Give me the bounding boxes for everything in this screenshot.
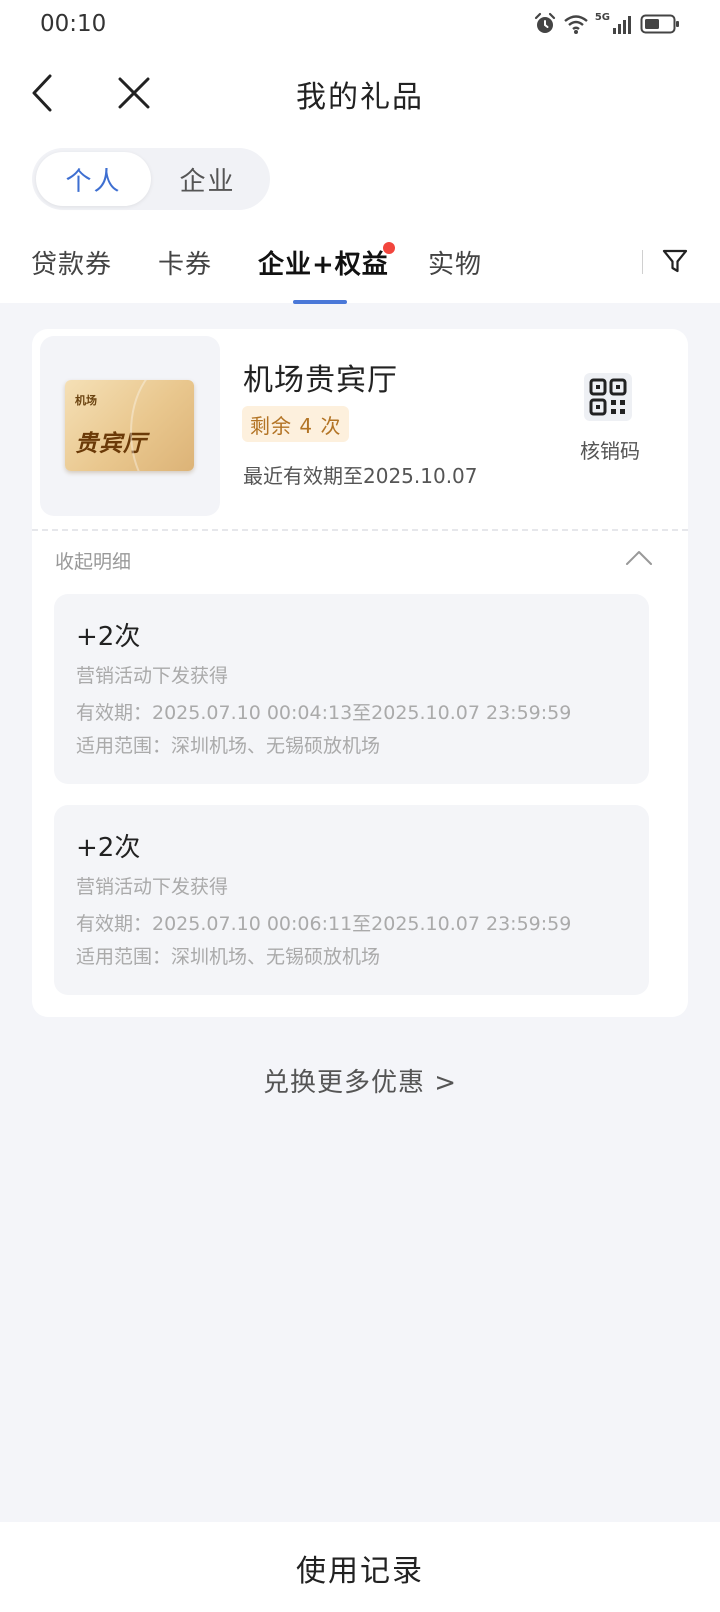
tab-active-indicator <box>293 300 347 304</box>
segment-control: 个人 企业 <box>32 148 270 210</box>
detail-item: +2次 营销活动下发获得 有效期：2025.07.10 00:06:11至202… <box>54 805 649 995</box>
detail-count: +2次 <box>76 833 141 863</box>
detail-scope: 适用范围：深圳机场、无锡硕放机场 <box>76 735 381 757</box>
wifi-icon <box>564 15 588 34</box>
card-image-small-text: 机场 <box>75 394 97 407</box>
gift-expiry: 最近有效期至2025.10.07 <box>243 464 478 488</box>
status-time: 00:10 <box>40 11 107 37</box>
tab-enterprise-benefits[interactable]: 企业+权益 <box>258 244 389 281</box>
page-title: 我的礼品 <box>296 80 424 115</box>
detail-validity: 有效期：2025.07.10 00:06:11至2025.10.07 23:59… <box>76 913 572 935</box>
alarm-icon <box>534 12 555 33</box>
segment-enterprise[interactable]: 企业 <box>150 152 265 206</box>
detail-scope: 适用范围：深圳机场、无锡硕放机场 <box>76 946 381 968</box>
gift-thumbnail: 机场 贵宾厅 <box>40 336 220 516</box>
bottom-bar: 使用记录 <box>0 1522 720 1612</box>
redeem-more-link[interactable]: 兑换更多优惠 > <box>0 1062 720 1099</box>
network-label: 5G <box>594 12 610 23</box>
detail-source: 营销活动下发获得 <box>76 876 229 898</box>
tab-badge-dot <box>383 242 395 254</box>
remaining-badge: 剩余 4 次 <box>242 406 350 442</box>
card-image-big-text: 贵宾厅 <box>75 431 147 457</box>
tab-physical[interactable]: 实物 <box>428 244 482 281</box>
status-bar: 00:10 5G <box>0 0 720 48</box>
qr-code-icon[interactable] <box>584 373 632 421</box>
detail-source: 营销活动下发获得 <box>76 665 229 687</box>
usage-history-button[interactable]: 使用记录 <box>0 1546 720 1590</box>
status-icons: 5G <box>533 10 680 38</box>
detail-item: +2次 营销活动下发获得 有效期：2025.07.10 00:04:13至202… <box>54 594 649 784</box>
filter-icon[interactable] <box>660 246 690 276</box>
tab-card-coupons[interactable]: 卡券 <box>158 244 212 281</box>
signal-icon <box>613 16 631 34</box>
chevron-up-icon[interactable] <box>624 548 654 568</box>
tab-loan-coupons[interactable]: 贷款券 <box>31 244 112 281</box>
redeem-code-label[interactable]: 核销码 <box>570 435 650 464</box>
segment-personal[interactable]: 个人 <box>36 152 151 206</box>
detail-validity: 有效期：2025.07.10 00:04:13至2025.10.07 23:59… <box>76 702 572 724</box>
category-tabs: 贷款券 卡券 企业+权益 实物 <box>0 236 720 304</box>
gift-title: 机场贵宾厅 <box>243 363 398 398</box>
gift-card: 机场 贵宾厅 机场贵宾厅 剩余 4 次 最近有效期至2025.10.07 核销码… <box>32 329 688 1017</box>
detail-count: +2次 <box>76 622 141 652</box>
collapse-details-label[interactable]: 收起明细 <box>55 547 131 574</box>
tab-divider <box>642 250 643 274</box>
battery-icon <box>640 14 679 34</box>
dashed-divider <box>32 529 688 531</box>
vip-lounge-card-image: 机场 贵宾厅 <box>65 380 194 471</box>
